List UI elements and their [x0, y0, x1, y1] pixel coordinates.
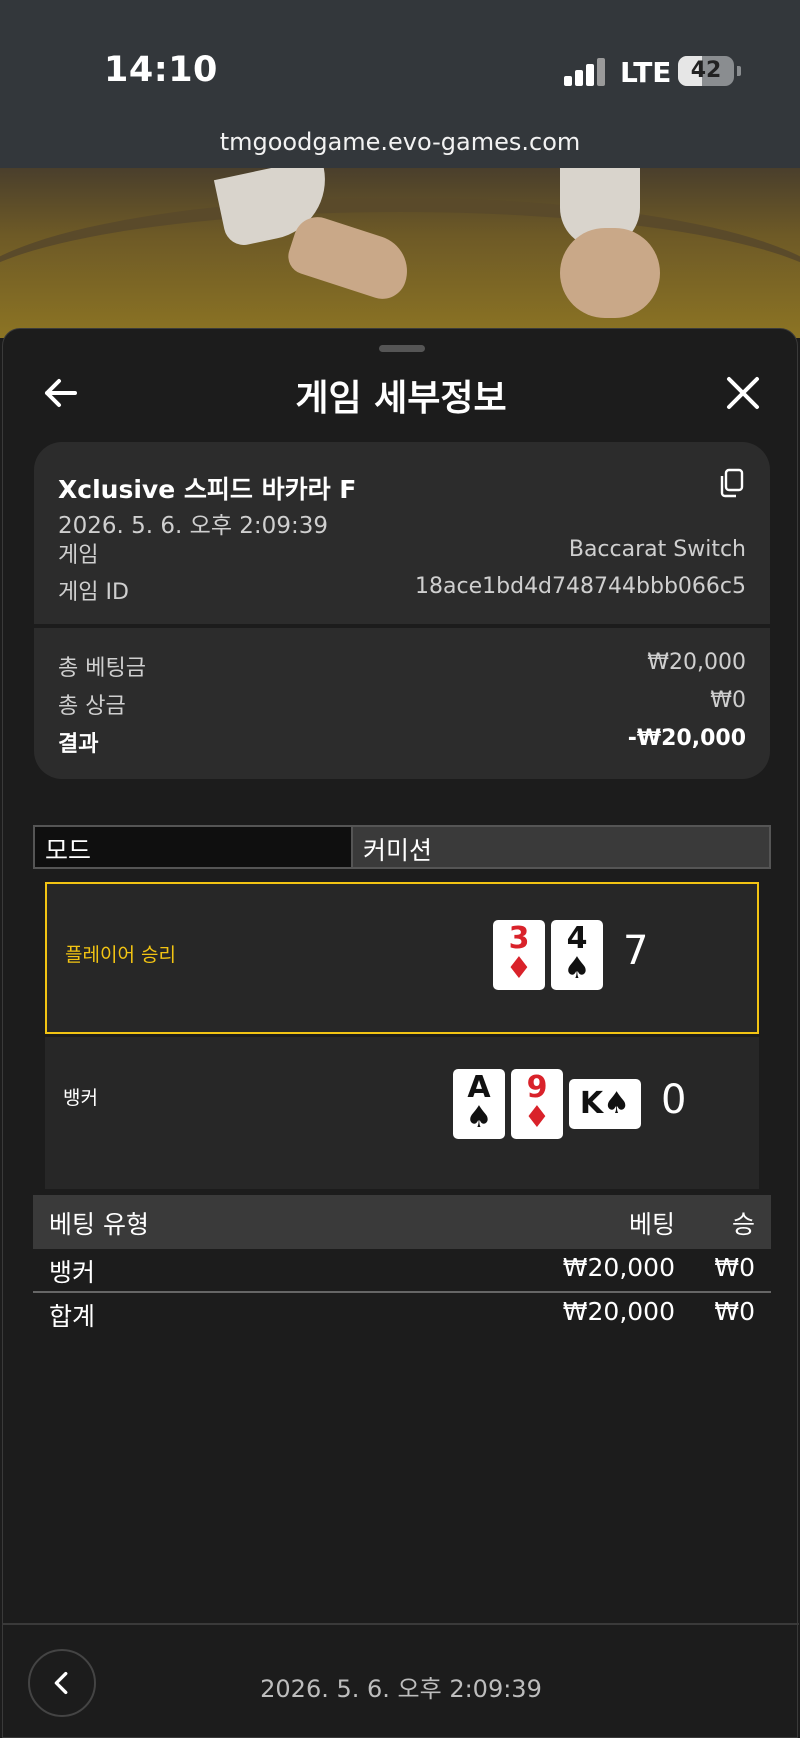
player-hand: 플레이어 승리 3 ♦ 4 ♠ 7: [45, 882, 759, 1034]
banker-hand: 뱅커 A ♠ 9 ♦ K♠ 0: [45, 1037, 759, 1189]
card-divider: [34, 624, 770, 628]
live-video-stream: [0, 168, 800, 338]
playing-card: A ♠: [453, 1069, 505, 1139]
footer-datetime: 2026. 5. 6. 오후 2:09:39: [260, 1675, 542, 1703]
game-label: 게임: [58, 543, 99, 568]
status-bar: 14:10 LTE 42 tmgoodgame.evo-games.com: [0, 0, 800, 168]
bets-table: 베팅 유형 베팅 승 뱅커 ₩20,000 ₩0 합계 ₩20,000 ₩0: [33, 1195, 771, 1333]
signal-icon: [564, 58, 606, 86]
player-label: 플레이어 승리: [65, 944, 176, 966]
header-bet-type: 베팅 유형: [49, 1210, 149, 1239]
total-bet-row: 총 베팅금 ₩20,000: [58, 650, 746, 682]
table-row: 뱅커 ₩20,000 ₩0: [33, 1249, 771, 1291]
tab-mode[interactable]: 모드: [35, 827, 353, 867]
game-row: 게임 Baccarat Switch: [58, 537, 746, 569]
game-value: Baccarat Switch: [568, 537, 746, 562]
game-details-sheet: 게임 세부정보 Xclusive 스피드 바카라 F 2026. 5. 6. 오…: [2, 328, 799, 1738]
total-bet-value: ₩20,000: [647, 650, 746, 675]
bet-amount: ₩20,000: [562, 1253, 675, 1282]
header-bet: 베팅: [628, 1210, 675, 1239]
status-time: 14:10: [104, 50, 218, 90]
total-row: 합계 ₩20,000 ₩0: [33, 1291, 771, 1333]
dealer-hand-right: [560, 228, 660, 318]
page-title: 게임 세부정보: [295, 378, 507, 419]
game-summary-card: Xclusive 스피드 바카라 F 2026. 5. 6. 오후 2:09:3…: [34, 442, 770, 779]
total-bet-label: 총 베팅금: [58, 656, 146, 681]
address-bar[interactable]: tmgoodgame.evo-games.com: [0, 128, 800, 156]
close-icon[interactable]: [723, 373, 763, 413]
banker-label: 뱅커: [63, 1087, 98, 1109]
battery-tip: [737, 66, 741, 76]
playing-card: 9 ♦: [511, 1069, 563, 1139]
total-win-label: 총 상금: [58, 694, 126, 719]
result-row: 결과 -₩20,000: [58, 726, 746, 758]
copy-icon[interactable]: [720, 468, 744, 498]
total-label: 합계: [49, 1302, 96, 1331]
banker-score: 0: [661, 1077, 687, 1123]
game-id-value: 18ace1bd4d748744bbb066c5: [415, 574, 746, 599]
total-win: ₩0: [714, 1297, 755, 1326]
player-score: 7: [623, 928, 649, 974]
header-win: 승: [731, 1210, 755, 1239]
win-amount: ₩0: [714, 1253, 755, 1282]
playing-card: 3 ♦: [493, 920, 545, 990]
battery-icon: 42: [678, 56, 734, 86]
footer-divider: [3, 1623, 799, 1625]
result-value: -₩20,000: [627, 726, 746, 751]
playing-card: 4 ♠: [551, 920, 603, 990]
total-bet: ₩20,000: [562, 1297, 675, 1326]
total-win-value: ₩0: [710, 688, 746, 713]
mode-tabs: 모드 커미션: [33, 825, 771, 869]
network-label: LTE: [620, 56, 672, 89]
game-id-label: 게임 ID: [58, 580, 129, 605]
playing-card-sideways: K♠: [569, 1079, 641, 1129]
game-id-row: 게임 ID 18ace1bd4d748744bbb066c5: [58, 574, 746, 606]
game-name: Xclusive 스피드 바카라 F: [58, 475, 357, 504]
bet-type: 뱅커: [49, 1258, 96, 1287]
total-win-row: 총 상금 ₩0: [58, 688, 746, 720]
tab-commission[interactable]: 커미션: [353, 827, 769, 867]
bets-table-header: 베팅 유형 베팅 승: [33, 1195, 771, 1249]
sheet-grabber[interactable]: [379, 345, 425, 352]
battery-level: 42: [690, 58, 722, 83]
game-datetime: 2026. 5. 6. 오후 2:09:39: [58, 513, 328, 539]
result-label: 결과: [58, 732, 99, 757]
